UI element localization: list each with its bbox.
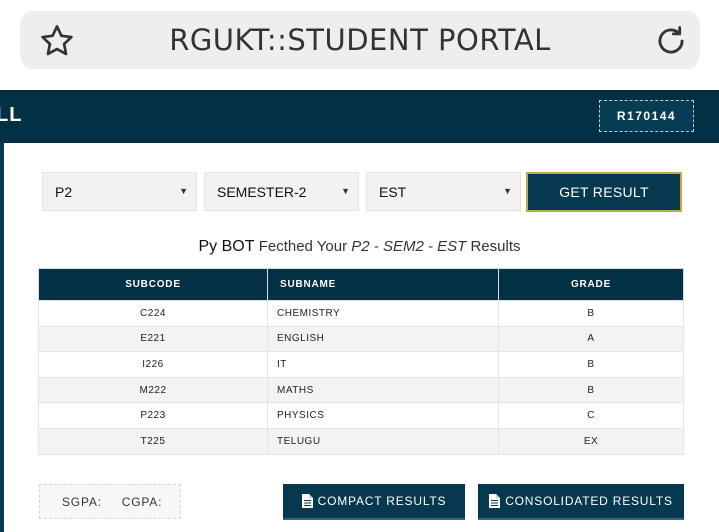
subcode-cell: E221 bbox=[38, 325, 268, 353]
subcode-cell: C224 bbox=[38, 300, 268, 327]
subname-cell: PHYSICS bbox=[267, 402, 499, 429]
grade-cell: B bbox=[498, 351, 684, 378]
get-result-button[interactable]: GET RESULT bbox=[526, 172, 682, 212]
subname-cell: TELUGU bbox=[267, 427, 499, 455]
star-icon[interactable] bbox=[38, 22, 76, 60]
table-row: P223 PHYSICS C bbox=[38, 402, 684, 429]
left-border bbox=[0, 143, 4, 532]
message-tail: Results bbox=[470, 238, 521, 255]
column-header-subcode: SUBCODE bbox=[38, 268, 268, 301]
table-row: I226 IT B bbox=[38, 351, 684, 378]
sgpa-label: SGPA: bbox=[62, 494, 102, 509]
subcode-cell: I226 bbox=[38, 351, 268, 378]
dropdown-arrow-icon: ▼ bbox=[503, 186, 512, 196]
bot-name: Py BOT bbox=[198, 238, 255, 255]
table-row: C224 CHEMISTRY B bbox=[38, 300, 684, 327]
portal-header: LL R170144 bbox=[0, 90, 719, 143]
column-header-subname: SUBNAME bbox=[267, 268, 499, 301]
consolidated-results-label: CONSOLIDATED RESULTS bbox=[505, 494, 673, 508]
year-select[interactable]: P2 ▼ bbox=[42, 172, 197, 211]
year-select-value: P2 bbox=[55, 183, 73, 200]
consolidated-results-button[interactable]: CONSOLIDATED RESULTS bbox=[478, 484, 684, 520]
dropdown-arrow-icon: ▼ bbox=[179, 186, 188, 196]
subcode-cell: M222 bbox=[38, 376, 268, 404]
page-title: RGUKT::STUDENT PORTAL bbox=[169, 23, 551, 57]
exam-select-value: EST bbox=[379, 183, 407, 200]
table-row: M222 MATHS B bbox=[38, 376, 684, 404]
gpa-box: SGPA: CGPA: bbox=[39, 484, 181, 519]
document-icon bbox=[489, 494, 501, 508]
subname-cell: ENGLISH bbox=[267, 325, 499, 353]
table-row: T225 TELUGU EX bbox=[38, 427, 684, 455]
subname-cell: MATHS bbox=[267, 376, 499, 404]
subname-cell: IT bbox=[267, 351, 499, 378]
column-header-grade: GRADE bbox=[498, 268, 684, 301]
message-query: P2 - SEM2 - EST bbox=[351, 238, 467, 255]
message-middle: Fecthed Your bbox=[258, 238, 348, 255]
fetched-message: Py BOT Fecthed Your P2 - SEM2 - EST Resu… bbox=[0, 238, 719, 256]
dropdown-arrow-icon: ▼ bbox=[341, 186, 350, 196]
semester-select[interactable]: SEMESTER-2 ▼ bbox=[204, 172, 359, 211]
student-id-badge[interactable]: R170144 bbox=[599, 100, 694, 132]
subcode-cell: T225 bbox=[38, 427, 268, 455]
table-header-row: SUBCODE SUBNAME GRADE bbox=[38, 268, 684, 301]
compact-results-label: COMPACT RESULTS bbox=[317, 494, 447, 508]
exam-select[interactable]: EST ▼ bbox=[366, 172, 521, 211]
reload-icon[interactable] bbox=[652, 22, 690, 60]
grade-cell: C bbox=[498, 402, 684, 429]
document-icon bbox=[301, 494, 313, 508]
table-row: E221 ENGLISH A bbox=[38, 325, 684, 353]
compact-results-button[interactable]: COMPACT RESULTS bbox=[283, 484, 465, 520]
grade-cell: A bbox=[498, 325, 684, 353]
browser-address-bar: RGUKT::STUDENT PORTAL bbox=[20, 11, 700, 69]
grade-cell: EX bbox=[498, 427, 684, 455]
grade-cell: B bbox=[498, 376, 684, 404]
semester-select-value: SEMESTER-2 bbox=[217, 183, 307, 200]
cgpa-label: CGPA: bbox=[121, 494, 163, 509]
results-table: SUBCODE SUBNAME GRADE C224 CHEMISTRY B E… bbox=[38, 268, 684, 455]
header-left-text: LL bbox=[0, 104, 23, 126]
subname-cell: CHEMISTRY bbox=[267, 300, 499, 327]
grade-cell: B bbox=[498, 300, 684, 327]
subcode-cell: P223 bbox=[38, 402, 268, 429]
